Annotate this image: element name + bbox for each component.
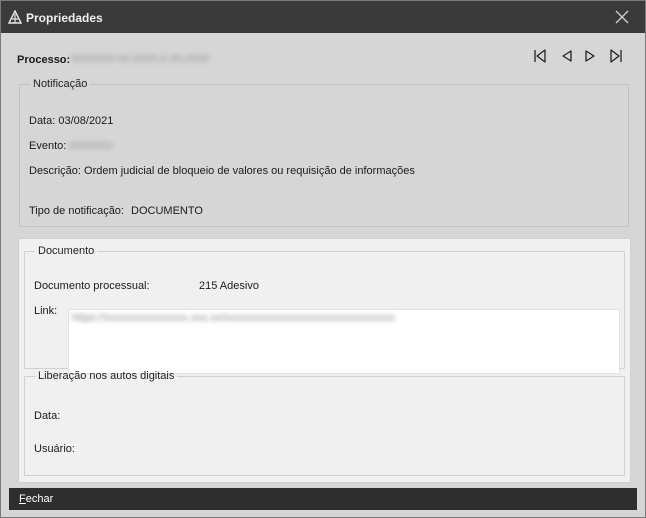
fechar-label: echar	[25, 493, 54, 505]
documento-group: Documento Documento processual: 215 Ades…	[24, 245, 625, 374]
documento-processual-value: 215 Adesivo	[199, 280, 259, 292]
processo-value: 0000000-00.0000.0.00.0000	[71, 53, 210, 65]
documento-panel: Documento Documento processual: 215 Ades…	[18, 238, 631, 483]
evento-label: Evento:	[29, 140, 67, 152]
notificacao-legend: Notificação	[33, 78, 88, 90]
evento-row: Evento: 0000000	[29, 140, 112, 152]
close-button[interactable]	[599, 1, 645, 33]
first-record-icon	[534, 49, 546, 63]
liberacao-data-label: Data:	[34, 410, 61, 422]
next-record-button[interactable]	[582, 48, 598, 64]
tipo-value: DOCUMENTO	[131, 205, 203, 217]
data-value: 03/08/2021	[58, 115, 114, 127]
fechar-mnemonic: F	[19, 493, 26, 505]
close-icon	[615, 10, 629, 24]
app-logo-icon	[7, 9, 23, 24]
evento-value: 0000000	[69, 140, 113, 152]
previous-record-button[interactable]	[559, 48, 575, 64]
data-row: Data: 03/08/2021	[29, 115, 113, 127]
title-bar: Propriedades	[1, 1, 645, 33]
notificacao-group: Notificação Data: 03/08/2021 Evento: 000…	[19, 78, 629, 227]
fechar-button[interactable]: Fechar	[19, 493, 53, 505]
link-label: Link:	[34, 305, 58, 317]
data-label: Data:	[29, 115, 56, 127]
footer-bar: Fechar	[9, 488, 637, 510]
last-record-button[interactable]	[608, 48, 624, 64]
documento-processual-label: Documento processual:	[34, 280, 150, 292]
tipo-label: Tipo de notificação:	[29, 205, 124, 217]
previous-record-icon	[562, 50, 572, 62]
descricao-label: Descrição:	[29, 165, 81, 177]
properties-window: Propriedades Processo: 0000000-00.0000.0…	[0, 0, 646, 518]
liberacao-legend: Liberação nos autos digitais	[38, 370, 175, 382]
tipo-row: Tipo de notificação: DOCUMENTO	[29, 205, 203, 217]
processo-label: Processo:	[17, 54, 71, 66]
documento-legend: Documento	[38, 245, 95, 257]
first-record-button[interactable]	[532, 48, 548, 64]
link-value[interactable]: https://xxxxxxxxxxxxxxx.xxx.xx/xxxxxxxxx…	[72, 312, 395, 324]
last-record-icon	[610, 49, 622, 63]
liberacao-group: Liberação nos autos digitais Data: Usuár…	[24, 370, 625, 476]
link-field[interactable]: https://xxxxxxxxxxxxxxx.xxx.xx/xxxxxxxxx…	[68, 309, 620, 374]
descricao-value: Ordem judicial de bloqueio de valores ou…	[84, 165, 415, 177]
liberacao-usuario-label: Usuário:	[34, 443, 75, 455]
window-title: Propriedades	[26, 11, 103, 25]
descricao-row: Descrição: Ordem judicial de bloqueio de…	[29, 165, 415, 177]
next-record-icon	[585, 50, 595, 62]
